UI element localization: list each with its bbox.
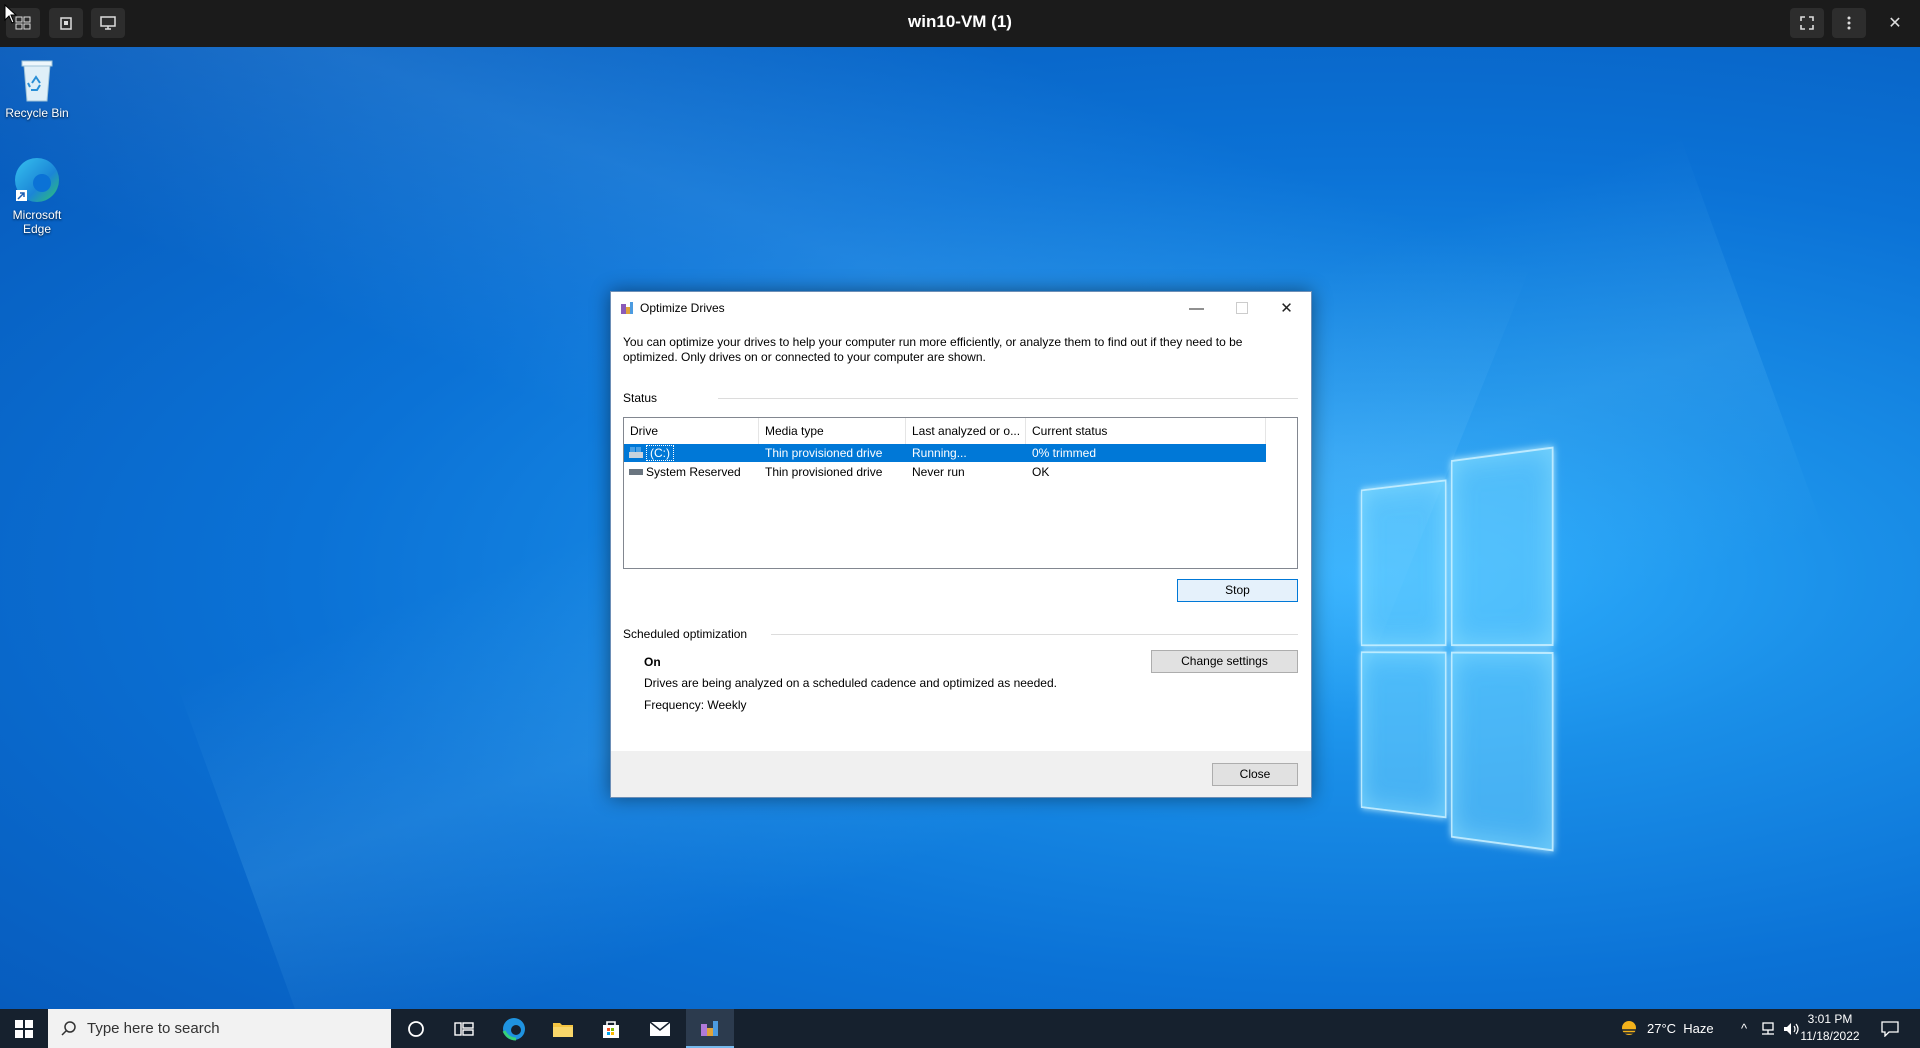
close-icon: ✕	[1280, 300, 1293, 317]
change-settings-button[interactable]: Change settings	[1151, 650, 1298, 673]
haze-sun-icon	[1620, 1020, 1638, 1035]
drive-row-system-reserved[interactable]: System Reserved Thin provisioned drive N…	[624, 463, 1266, 481]
optimize-drives-dialog: Optimize Drives — ✕ You can optimize you…	[610, 291, 1312, 798]
taskbar-store[interactable]	[587, 1009, 635, 1048]
drive-name: System Reserved	[646, 465, 741, 479]
volume-icon[interactable]	[1783, 1022, 1801, 1036]
clock-date: 11/18/2022	[1800, 1029, 1860, 1043]
vm-top-bar: win10-VM (1) ✕	[0, 0, 1920, 47]
chevron-up-icon[interactable]: ^	[1735, 1021, 1753, 1036]
search-placeholder: Type here to search	[87, 1020, 220, 1037]
column-header-media-type[interactable]: Media type	[759, 418, 906, 444]
start-button[interactable]	[0, 1009, 48, 1048]
windows-logo-wallpaper	[1360, 446, 1554, 852]
store-bag-icon	[603, 1020, 619, 1038]
weather-widget[interactable]: 27°C Haze	[1617, 1009, 1714, 1048]
maximize-icon	[1235, 302, 1248, 314]
dialog-title: Optimize Drives	[640, 301, 725, 315]
more-options-button[interactable]	[1832, 8, 1866, 38]
clock-time: 3:01 PM	[1807, 1012, 1853, 1026]
folder-icon	[553, 1022, 573, 1037]
vm-close-button[interactable]: ✕	[1878, 8, 1912, 38]
drives-list[interactable]: Drive Media type Last analyzed or o... C…	[623, 417, 1298, 569]
task-view-button[interactable]	[440, 1009, 488, 1048]
cortana-icon	[408, 1020, 424, 1037]
taskbar-search-box[interactable]: Type here to search	[48, 1009, 391, 1048]
clock[interactable]: 3:01 PM 11/18/2022	[1800, 1011, 1860, 1045]
edge-icon	[15, 158, 59, 202]
network-icon[interactable]	[1759, 1021, 1777, 1036]
close-icon: ✕	[1888, 15, 1902, 32]
minimize-button[interactable]: —	[1174, 292, 1219, 324]
search-icon	[61, 1021, 76, 1036]
column-header-last-analyzed[interactable]: Last analyzed or o...	[906, 418, 1026, 444]
drive-icon	[629, 469, 643, 475]
scheduled-section-label: Scheduled optimization	[623, 627, 748, 641]
taskbar-optimize-drives[interactable]	[686, 1009, 734, 1048]
column-header-drive[interactable]: Drive	[624, 418, 759, 444]
vm-title: win10-VM (1)	[908, 12, 1012, 31]
schedule-state: On	[644, 655, 661, 669]
dialog-intro-text: You can optimize your drives to help you…	[623, 335, 1243, 364]
action-center-button[interactable]	[1866, 1009, 1914, 1048]
media-type: Thin provisioned drive	[765, 465, 883, 479]
taskbar-file-explorer[interactable]	[539, 1009, 587, 1048]
dialog-title-bar[interactable]: Optimize Drives — ✕	[611, 292, 1311, 324]
windows-start-icon	[15, 1019, 33, 1038]
desktop-icon-label: Recycle Bin	[5, 106, 69, 120]
last-analyzed: Never run	[912, 465, 965, 479]
drive-icon	[629, 447, 643, 458]
stop-button[interactable]: Stop	[1177, 579, 1298, 602]
drive-name: (C:)	[646, 445, 674, 461]
status-divider	[718, 398, 1298, 399]
drive-row-c[interactable]: (C:) Thin provisioned drive Running... 0…	[624, 444, 1266, 462]
schedule-frequency: Frequency: Weekly	[644, 698, 747, 712]
task-view-icon	[454, 1021, 474, 1036]
system-tray: ^	[1735, 1009, 1801, 1048]
column-header-current-status[interactable]: Current status	[1026, 418, 1266, 444]
desktop-icon-microsoft-edge[interactable]: Microsoft Edge	[0, 155, 77, 236]
weather-text: 27°C Haze	[1647, 1021, 1714, 1036]
taskbar-edge[interactable]	[490, 1009, 538, 1048]
recycle-bin-icon	[21, 60, 53, 102]
current-status: OK	[1032, 465, 1050, 479]
defrag-icon	[701, 1020, 718, 1036]
desktop-icon-recycle-bin[interactable]: Recycle Bin	[0, 55, 77, 120]
dialog-footer: Close	[611, 751, 1311, 797]
edge-icon	[502, 1017, 525, 1040]
desktop-icon-label: Microsoft Edge	[12, 208, 62, 236]
fullscreen-button[interactable]	[1790, 8, 1824, 38]
taskbar-mail[interactable]	[636, 1009, 684, 1048]
fullscreen-icon	[1800, 16, 1814, 30]
current-status: 0% trimmed	[1032, 446, 1097, 460]
dialog-close-button[interactable]: ✕	[1264, 292, 1309, 324]
scheduled-divider	[771, 634, 1298, 635]
status-section-label: Status	[623, 391, 658, 405]
schedule-description: Drives are being analyzed on a scheduled…	[644, 676, 1057, 690]
kebab-menu-icon	[1847, 16, 1851, 30]
media-type: Thin provisioned drive	[765, 446, 883, 460]
defrag-icon	[621, 302, 633, 314]
maximize-button[interactable]	[1219, 292, 1264, 324]
close-button[interactable]: Close	[1212, 763, 1298, 786]
taskbar: Type here to search 27°C Haze ^ 3:01 PM …	[0, 1009, 1920, 1048]
notification-icon	[1881, 1020, 1899, 1037]
mouse-cursor	[4, 4, 18, 24]
cortana-button[interactable]	[392, 1009, 440, 1048]
last-analyzed: Running...	[912, 446, 967, 460]
minimize-icon: —	[1189, 299, 1204, 317]
mail-icon	[649, 1020, 671, 1036]
